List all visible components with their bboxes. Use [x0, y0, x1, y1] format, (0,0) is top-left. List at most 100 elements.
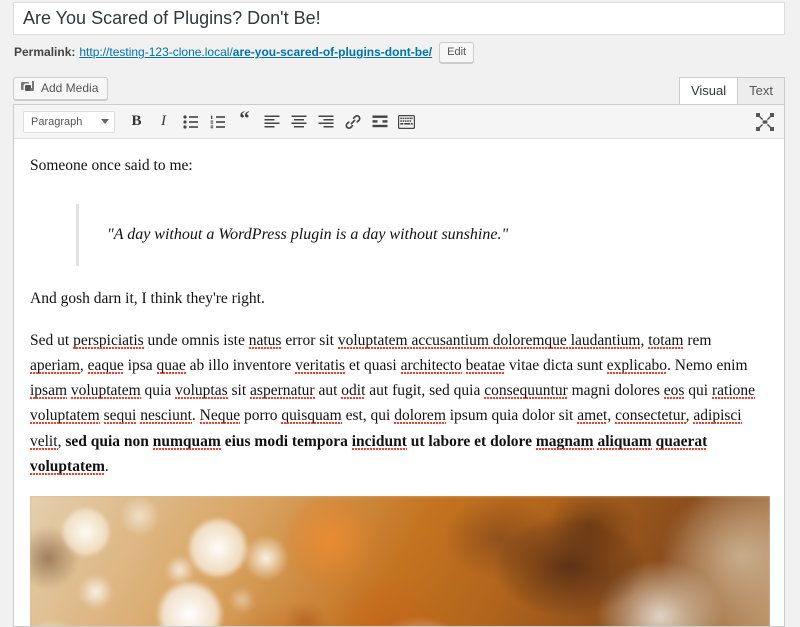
bold-glyph: B: [131, 113, 142, 129]
bulleted-list-icon[interactable]: [177, 109, 204, 135]
align-center-icon[interactable]: [285, 109, 312, 135]
post-image-highlight-layer: [30, 495, 770, 626]
text-run: eius modi tempora: [220, 432, 352, 450]
text-run: aut fugit, sed quia: [365, 382, 485, 400]
permalink-base: http://testing-123-clone.local/: [79, 45, 233, 59]
text-run: aut: [314, 382, 342, 400]
align-right-icon[interactable]: [312, 109, 339, 135]
text-run: qui: [684, 382, 712, 400]
permalink-row: Permalink: http://testing-123-clone.loca…: [14, 41, 774, 63]
spellcheck-word: voluptas: [175, 382, 228, 400]
blockquote-glyph: “: [239, 106, 250, 130]
lorem-tail: .: [104, 457, 109, 475]
spellcheck-word: aliquam: [597, 432, 652, 450]
spellcheck-word: eaque: [87, 357, 124, 375]
permalink-label: Permalink:: [14, 45, 76, 59]
text-run: ab illo inventore: [185, 357, 296, 375]
post-title-field[interactable]: [13, 2, 785, 35]
text-run: Sed ut: [30, 332, 74, 350]
align-left-icon[interactable]: [258, 109, 285, 135]
spellcheck-word: quae: [156, 357, 186, 375]
spellcheck-word: architecto: [400, 357, 462, 375]
spellcheck-word: eos: [663, 382, 685, 400]
editor-toolbar: Paragraph B I “: [14, 105, 784, 139]
editor-mode-tabs: Visual Text: [678, 77, 785, 104]
spellcheck-word: perspiciatis: [73, 332, 144, 350]
add-media-label: Add Media: [41, 81, 99, 95]
spellcheck-word: beatae: [465, 357, 506, 375]
blockquote-icon[interactable]: “: [231, 106, 258, 135]
italic-glyph: I: [161, 113, 166, 129]
spellcheck-word: aspernatur: [250, 382, 315, 400]
text-run: est, qui: [341, 407, 395, 425]
spellcheck-word: adipisci: [693, 407, 742, 425]
media-icon: [21, 81, 36, 95]
text-run: . Nemo enim: [667, 357, 748, 375]
text-run: quia: [140, 382, 176, 400]
spellcheck-word: ratione: [711, 382, 756, 400]
spellcheck-word: explicabo: [606, 357, 668, 375]
spellcheck-word: quisquam: [281, 407, 342, 425]
spellcheck-word: magnam: [535, 432, 594, 450]
text-run: ,: [607, 407, 616, 425]
tab-visual[interactable]: Visual: [678, 77, 739, 104]
spellcheck-word: totam: [648, 332, 684, 350]
text-run: rem: [683, 332, 712, 350]
permalink-link[interactable]: http://testing-123-clone.local/are-you-s…: [79, 45, 432, 59]
spellcheck-word: incidunt: [351, 432, 407, 450]
spellcheck-word: sequi: [103, 407, 137, 425]
spellcheck-word: Neque: [199, 407, 241, 425]
spellcheck-word: dolorem: [394, 407, 446, 425]
format-select[interactable]: Paragraph: [23, 110, 115, 133]
italic-icon[interactable]: I: [150, 109, 177, 135]
spellcheck-word: voluptatem: [30, 407, 100, 425]
post-title-input[interactable]: [14, 3, 784, 34]
text-run: ipsa: [123, 357, 157, 375]
spellcheck-word: consectetur: [615, 407, 686, 425]
permalink-slug: are-you-scared-of-plugins-dont-be/: [232, 45, 433, 59]
numbered-list-icon[interactable]: [204, 109, 231, 135]
post-image[interactable]: [30, 495, 770, 626]
editor-content-area[interactable]: Someone once said to me: "A day without …: [14, 139, 784, 626]
lorem-bold-text: sed quia non numquam eius modi tempora i…: [30, 433, 707, 475]
toolbar-toggle-icon[interactable]: [393, 109, 420, 135]
add-media-button[interactable]: Add Media: [13, 77, 109, 100]
spellcheck-word: consequuntur: [484, 382, 568, 400]
text-run: ipsum quia dolor sit: [445, 407, 578, 425]
media-buttons-row: Add Media: [13, 77, 785, 104]
read-more-icon[interactable]: [366, 109, 393, 135]
tab-text[interactable]: Text: [738, 77, 785, 104]
spellcheck-word: natus: [248, 332, 282, 350]
text-run: sit: [227, 382, 251, 400]
text-run: magni dolores: [567, 382, 664, 400]
spellcheck-word: numquam: [152, 432, 221, 450]
text-run: ut labore et dolore: [406, 432, 536, 450]
text-run: .: [191, 407, 200, 425]
editor-panel: Paragraph B I “ Someone once said to me:…: [13, 104, 785, 627]
intro-paragraph: Someone once said to me:: [30, 157, 193, 174]
blockquote-text: "A day without a WordPress plugin is a d…: [107, 226, 509, 244]
text-run: porro: [240, 407, 282, 425]
text-run: vitae dicta sunt: [505, 357, 607, 375]
edit-permalink-button[interactable]: Edit: [439, 41, 475, 63]
text-run: error sit: [281, 332, 338, 350]
spellcheck-word: aperiam: [30, 357, 80, 375]
spellcheck-word: veritatis: [295, 357, 346, 375]
spellcheck-word: voluptatem: [70, 382, 141, 400]
spellcheck-word: ipsam: [30, 382, 68, 400]
spellcheck-word: velit: [30, 432, 58, 450]
spellcheck-word: voluptatem: [30, 457, 105, 475]
chevron-down-icon: [101, 119, 109, 124]
lorem-paragraph: Sed ut perspiciatis unde omnis iste natu…: [30, 328, 768, 479]
spellcheck-word: amet: [577, 407, 608, 425]
text-run: ,: [79, 357, 88, 375]
after-quote-paragraph: And gosh darn it, I think they're right.: [30, 290, 265, 308]
spellcheck-word: voluptatem accusantium doloremque laudan…: [337, 332, 641, 350]
bold-icon[interactable]: B: [123, 109, 150, 135]
link-icon[interactable]: [339, 109, 366, 135]
format-select-value: Paragraph: [31, 115, 83, 128]
text-run: sed quia non: [65, 432, 153, 450]
text-run: et quasi: [345, 357, 401, 375]
spellcheck-word: quaerat: [655, 432, 708, 450]
distraction-free-mode-icon[interactable]: [752, 109, 778, 135]
